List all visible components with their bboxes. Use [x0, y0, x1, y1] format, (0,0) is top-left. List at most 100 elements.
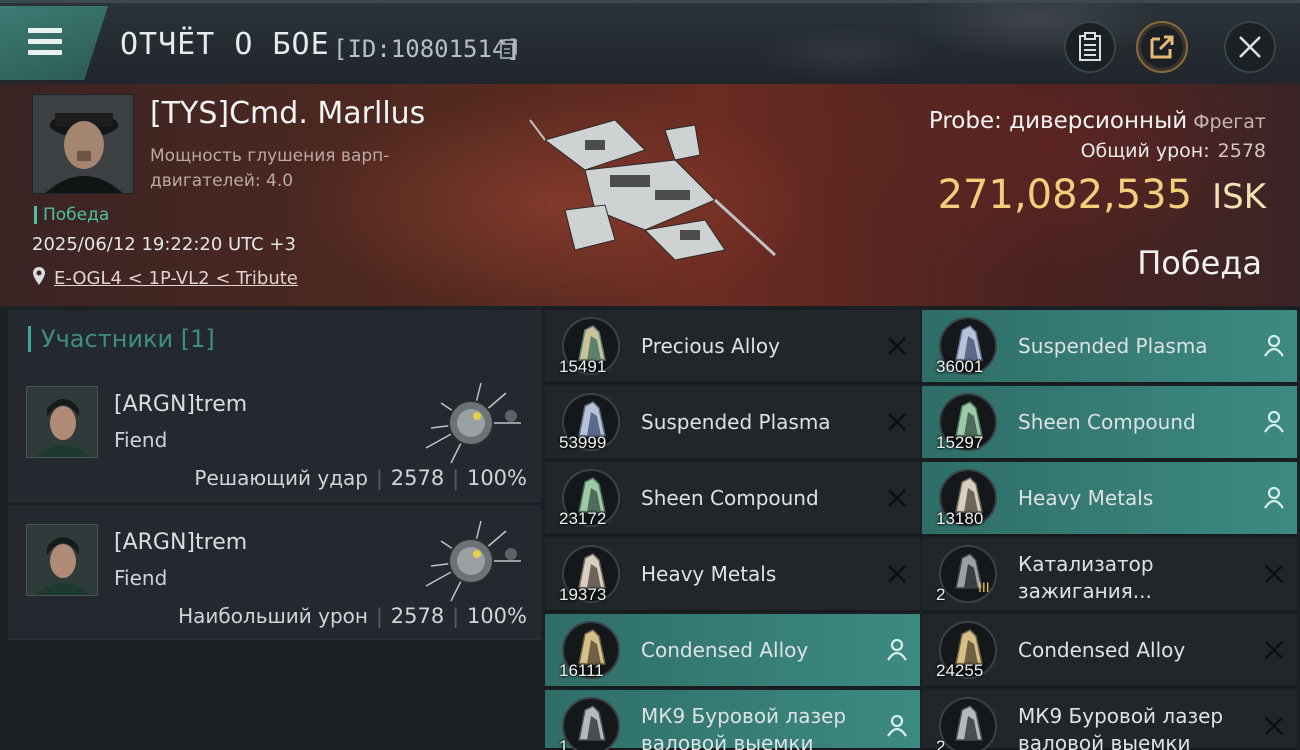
isk-value: 271,082,535 ISK	[938, 172, 1266, 218]
total-damage-label: Общий урон:	[1080, 140, 1210, 162]
ignition-catalyst-icon: III	[939, 545, 997, 603]
item-cell[interactable]: 15491 Precious Alloy	[545, 310, 920, 384]
participant-avatar[interactable]	[26, 386, 98, 458]
item-cell[interactable]: 53999 Suspended Plasma	[545, 386, 920, 460]
item-quantity: 24255	[936, 661, 984, 680]
item-name: Heavy Metals	[1018, 486, 1154, 510]
looted-person-icon	[1264, 334, 1284, 357]
item-quantity: 1	[559, 737, 569, 750]
share-icon	[1150, 35, 1174, 59]
item-cell[interactable]: 15297 Sheen Compound	[922, 386, 1297, 460]
item-name: МК9 Буровой лазер валовой выемки	[1018, 704, 1224, 750]
victim-attribute: Мощность глушения варп-двигателей: 4.0	[150, 146, 390, 191]
svg-text:III: III	[978, 579, 990, 595]
isk-unit: ISK	[1212, 177, 1266, 217]
pilot-portrait-icon	[33, 95, 133, 193]
destroyed-x-icon	[888, 489, 906, 507]
share-button[interactable]	[1136, 21, 1188, 73]
item-name: Sheen Compound	[1018, 410, 1196, 434]
item-quantity: 2	[936, 585, 946, 604]
kill-datetime: 2025/06/12 19:22:20 UTC +3	[32, 234, 296, 255]
destroyed-x-icon	[1265, 717, 1283, 735]
participant-ship-image	[425, 520, 521, 602]
mining-laser-icon	[939, 697, 997, 750]
victim-name[interactable]: [TYS]Cmd. Marllus	[150, 96, 425, 131]
destroyed-x-icon	[1265, 565, 1283, 583]
looted-person-icon	[1264, 486, 1284, 509]
item-quantity: 15491	[559, 357, 607, 376]
participant-role: Решающий удар	[194, 466, 368, 490]
item-cell[interactable]: III 2 Катализатор зажигания...	[922, 538, 1297, 612]
item-quantity: 36001	[936, 357, 984, 376]
result-badge: Победа	[34, 206, 109, 224]
mining-laser-icon	[562, 697, 620, 750]
participant-name: [ARGN]trem	[114, 530, 248, 555]
participant-card[interactable]: [ARGN]trem Fiend Решающий удар | 2578 | 100%	[8, 368, 541, 502]
pilot-portrait-icon	[27, 387, 97, 457]
participant-ship: Fiend	[114, 566, 168, 590]
header-bar: ОТЧЁТ О БОЕ [ID:10801514]	[0, 0, 1300, 87]
item-name: Suspended Plasma	[1018, 334, 1208, 358]
participant-damage: 2578	[390, 604, 445, 628]
hamburger-icon	[28, 28, 62, 56]
item-name: Condensed Alloy	[641, 638, 809, 662]
item-cell[interactable]: 2 МК9 Буровой лазер валовой выемки	[922, 690, 1297, 750]
item-quantity: 53999	[559, 433, 607, 452]
destroyed-x-icon	[888, 337, 906, 355]
victim-ship[interactable]: Probe: диверсионный Фрегат	[929, 108, 1266, 134]
close-icon	[1239, 36, 1261, 58]
location-pin-icon	[33, 267, 45, 285]
item-cell[interactable]: 23172 Sheen Compound	[545, 462, 920, 536]
report-id: [ID:10801514]	[333, 35, 521, 63]
pilot-portrait-icon	[27, 525, 97, 595]
looted-person-icon	[887, 714, 907, 737]
isk-amount: 271,082,535	[937, 172, 1193, 218]
item-name: Sheen Compound	[641, 486, 819, 510]
copy-icon[interactable]	[500, 39, 518, 59]
item-cell[interactable]: 13180 Heavy Metals	[922, 462, 1297, 536]
destroyed-x-icon	[1265, 641, 1283, 659]
participant-stats: Наибольший урон | 2578 | 100%	[178, 604, 527, 628]
looted-person-icon	[887, 638, 907, 661]
item-quantity: 16111	[559, 661, 604, 680]
participant-ship-image	[425, 382, 521, 464]
item-cell[interactable]: 16111 Condensed Alloy	[545, 614, 920, 688]
item-name: Condensed Alloy	[1018, 638, 1186, 662]
ship-name: Probe: диверсионный	[928, 108, 1188, 134]
item-quantity: 23172	[559, 509, 607, 528]
total-damage: Общий урон: 2578	[1081, 140, 1266, 162]
item-quantity: 2	[936, 737, 946, 750]
location-link[interactable]: E-OGL4 < 1P-VL2 < Tribute	[54, 268, 298, 289]
ship-class: Фрегат	[1193, 111, 1266, 133]
item-cell[interactable]: 24255 Condensed Alloy	[922, 614, 1297, 688]
participant-percent: 100%	[466, 466, 527, 490]
item-quantity: 19373	[559, 585, 607, 604]
destroyed-x-icon	[888, 565, 906, 583]
participant-card[interactable]: [ARGN]trem Fiend Наибольший урон | 2578 | 10…	[8, 506, 541, 640]
page-title: ОТЧЁТ О БОЕ	[120, 27, 330, 62]
item-cell[interactable]: 36001 Suspended Plasma	[922, 310, 1297, 384]
close-button[interactable]	[1224, 21, 1276, 73]
participants-title: Участники [1]	[28, 326, 215, 352]
battle-result: Победа	[1137, 244, 1262, 282]
item-name: Heavy Metals	[641, 562, 777, 586]
victim-ship-image[interactable]	[525, 100, 785, 270]
clipboard-icon	[1079, 32, 1101, 61]
participant-damage: 2578	[390, 466, 445, 490]
menu-button[interactable]	[0, 6, 108, 80]
clipboard-button[interactable]	[1064, 21, 1116, 73]
item-name: Suspended Plasma	[641, 410, 831, 434]
destroyed-x-icon	[888, 413, 906, 431]
participant-ship: Fiend	[114, 428, 168, 452]
participant-name: [ARGN]trem	[114, 392, 248, 417]
total-damage-value: 2578	[1217, 140, 1266, 162]
item-quantity: 13180	[936, 509, 984, 528]
item-cell[interactable]: 19373 Heavy Metals	[545, 538, 920, 612]
item-name: Precious Alloy	[641, 334, 780, 358]
victim-avatar[interactable]	[32, 94, 134, 194]
item-quantity: 15297	[936, 433, 984, 452]
item-cell[interactable]: 1 МК9 Буровой лазер валовой выемки	[545, 690, 920, 750]
participant-role: Наибольший урон	[178, 604, 368, 628]
item-name: МК9 Буровой лазер валовой выемки	[641, 704, 847, 750]
participant-avatar[interactable]	[26, 524, 98, 596]
